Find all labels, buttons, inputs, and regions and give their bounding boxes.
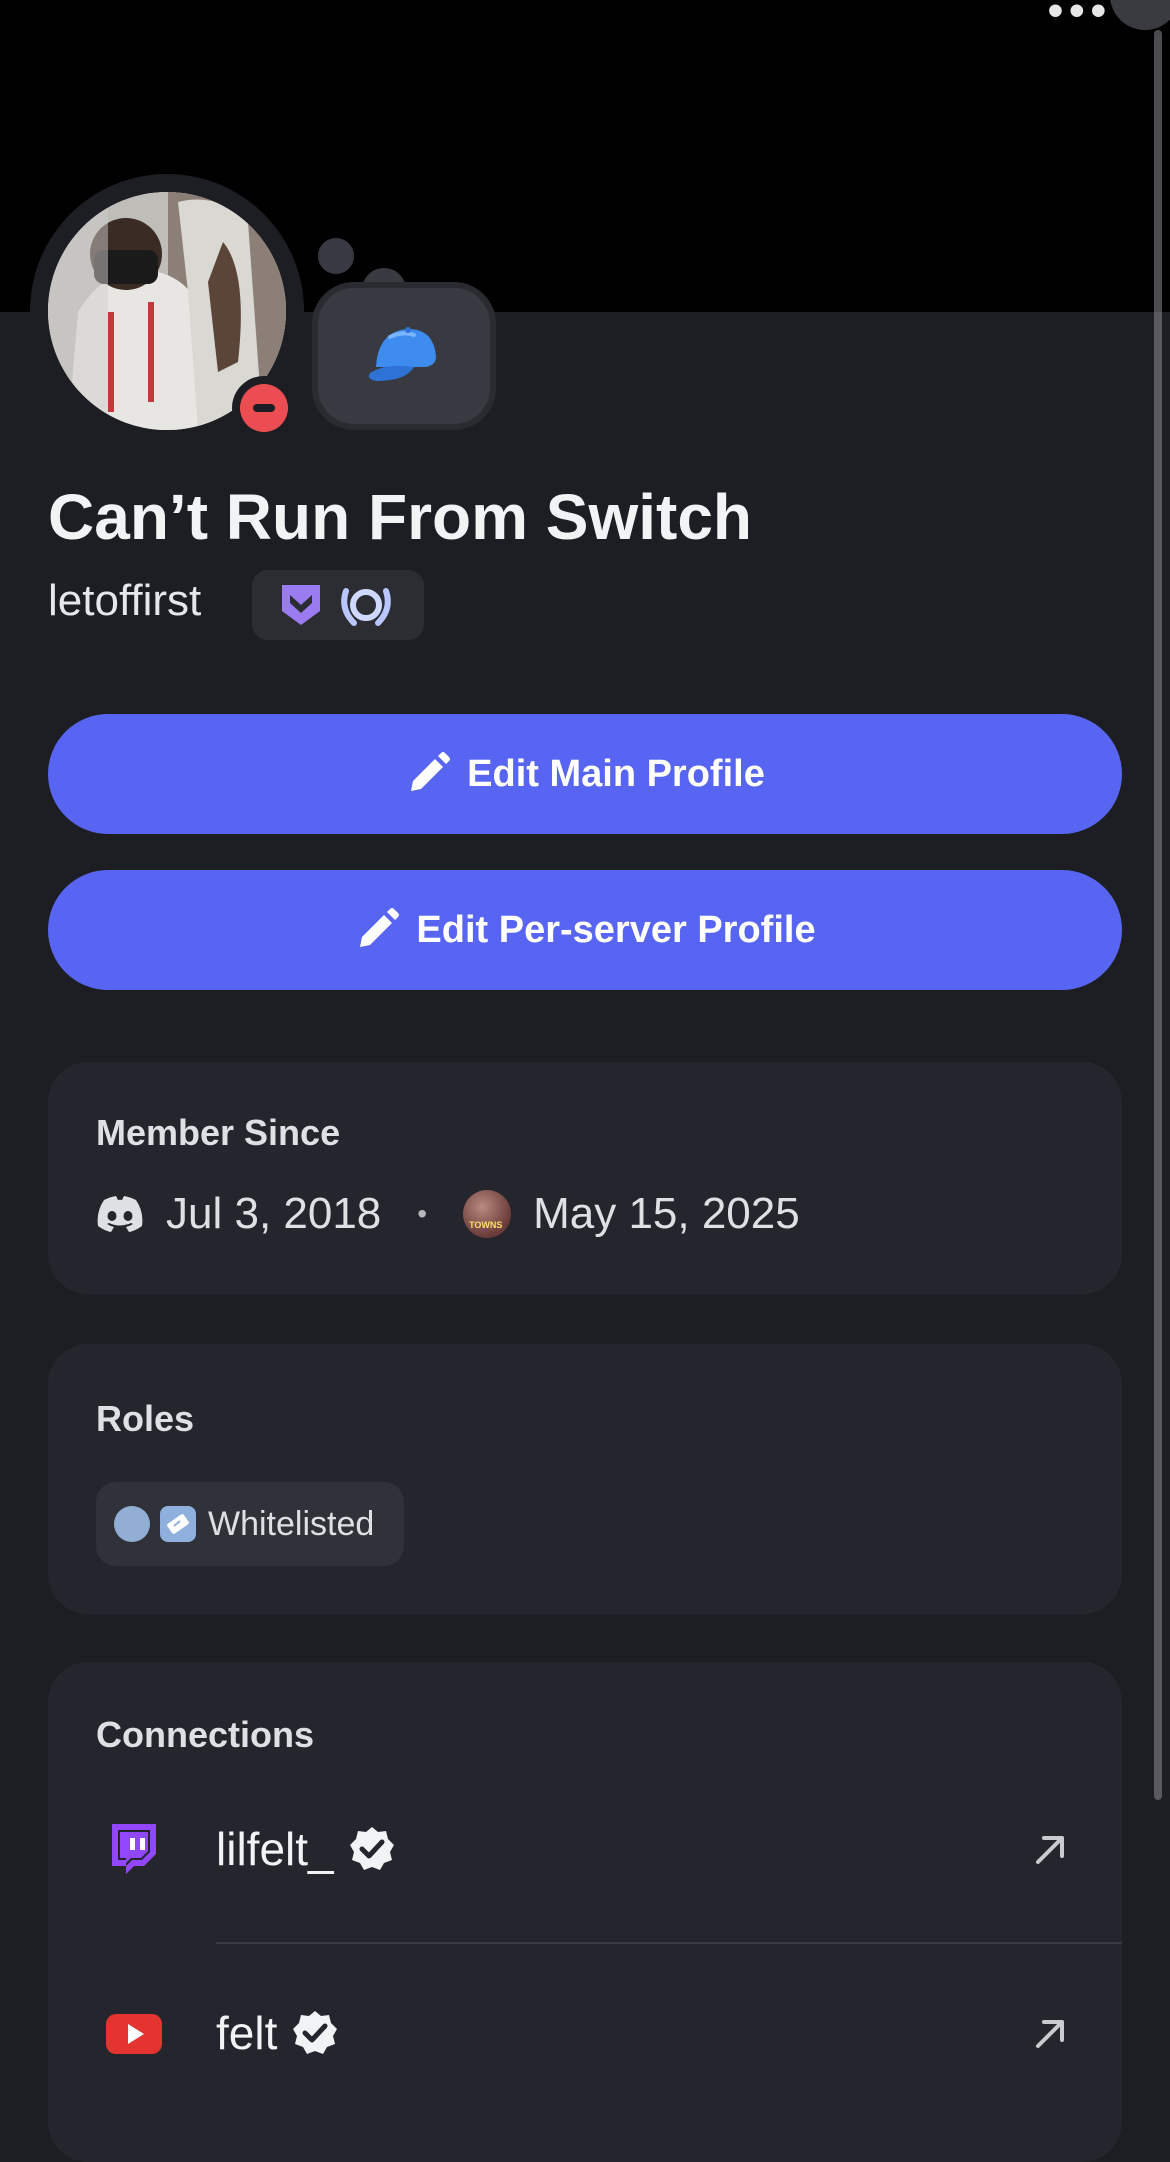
discord-member-date: Jul 3, 2018 (166, 1189, 382, 1238)
edit-main-profile-button[interactable]: Edit Main Profile (48, 714, 1122, 834)
edit-per-server-profile-label: Edit Per-server Profile (416, 908, 816, 951)
connections-card: Connections lilfelt_ felt (48, 1662, 1122, 2162)
verified-icon (293, 2011, 338, 2054)
thought-bubble-small (318, 238, 354, 274)
external-link-arrow-icon[interactable] (1030, 2014, 1070, 2054)
connection-divider (216, 1942, 1122, 1944)
verified-icon (349, 1827, 394, 1870)
connection-row-youtube[interactable]: felt (48, 1976, 1122, 2096)
twitch-username: lilfelt_ (216, 1823, 334, 1875)
ticket-icon (160, 1506, 196, 1542)
badge-list[interactable] (252, 570, 424, 640)
connections-title: Connections (96, 1714, 315, 1755)
member-since-title: Member Since (96, 1112, 341, 1153)
twitch-icon (112, 1824, 156, 1874)
server-icon: TOWNS (463, 1190, 512, 1238)
member-since-row: Jul 3, 2018 • TOWNS May 15, 2025 (96, 1186, 800, 1242)
edit-per-server-profile-button[interactable]: Edit Per-server Profile (48, 870, 1122, 990)
hypesquad-laurel-icon[interactable] (338, 579, 394, 631)
role-color-dot (114, 1506, 150, 1542)
cap-icon (368, 327, 436, 381)
youtube-username: felt (216, 2007, 278, 2059)
member-since-card: Member Since Jul 3, 2018 • TOWNS May 15,… (48, 1062, 1122, 1294)
dnd-status-icon (232, 376, 296, 440)
custom-status-bubble[interactable] (318, 288, 490, 424)
scrollbar[interactable] (1154, 30, 1162, 1800)
roles-card: Roles Whitelisted (48, 1344, 1122, 1614)
pencil-icon (411, 752, 451, 791)
pencil-icon (360, 908, 400, 947)
username[interactable]: letoffirst (48, 576, 201, 626)
display-name: Can’t Run From Switch (48, 481, 752, 553)
discord-logo-icon (97, 1196, 143, 1232)
server-icon-text: TOWNS (469, 1220, 503, 1230)
more-options-icon[interactable]: ••• (1048, 0, 1112, 36)
role-label: Whitelisted (208, 1504, 375, 1543)
connection-row-twitch[interactable]: lilfelt_ (48, 1792, 1122, 1912)
external-link-arrow-icon[interactable] (1030, 1830, 1070, 1870)
server-member-date: May 15, 2025 (533, 1189, 800, 1238)
date-separator: • (417, 1198, 428, 1229)
youtube-icon (106, 2014, 162, 2054)
nitro-badge-icon[interactable] (278, 581, 324, 629)
role-chip[interactable]: Whitelisted (96, 1482, 404, 1566)
edit-main-profile-label: Edit Main Profile (467, 752, 765, 795)
roles-title: Roles (96, 1398, 195, 1439)
